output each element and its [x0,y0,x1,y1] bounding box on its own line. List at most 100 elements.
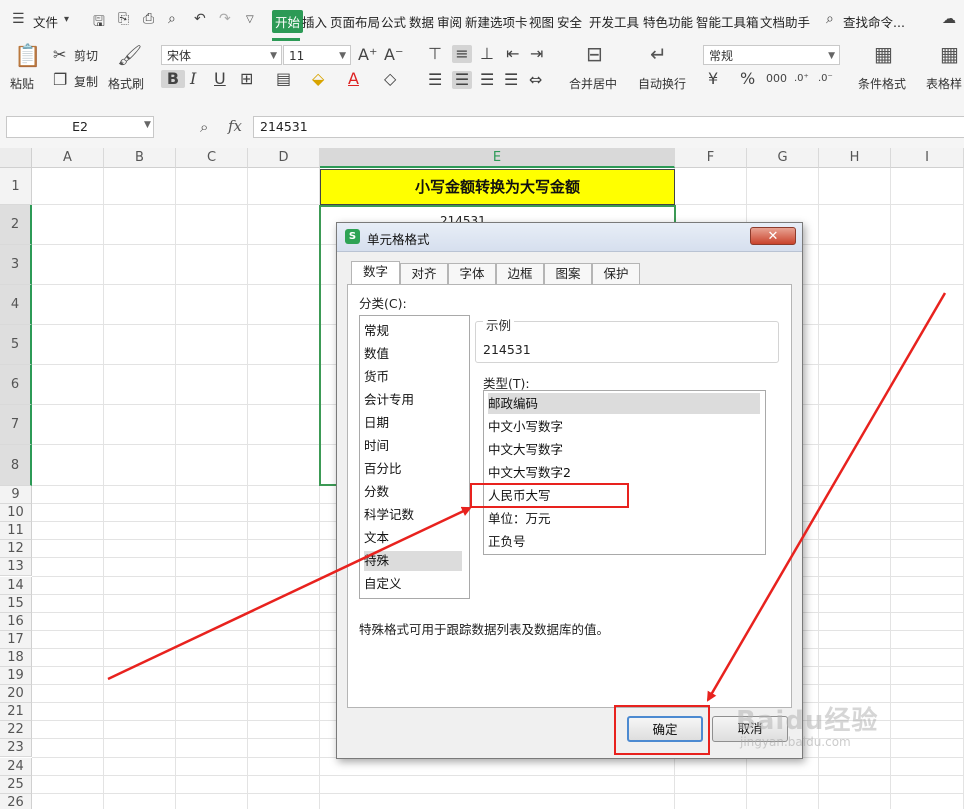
wrap-text-button[interactable]: 自动换行 [638,75,686,92]
fill-pattern-icon[interactable]: ▤ [276,70,291,88]
column-header-E[interactable]: E [320,148,675,168]
scissors-icon[interactable]: ✂ [53,46,66,64]
row-header-13[interactable]: 13 [0,558,32,577]
category-item[interactable]: 百分比 [364,459,462,479]
column-header-A[interactable]: A [32,148,104,168]
row-header-21[interactable]: 21 [0,703,32,722]
column-header-D[interactable]: D [248,148,320,168]
copy-icon[interactable]: ❐ [53,71,67,89]
category-list[interactable]: 常规 数值 货币 会计专用 日期 时间 百分比 分数 科学记数 文本 特殊 自定义 [359,315,470,599]
function-button[interactable]: fx [228,117,242,135]
column-header-F[interactable]: F [675,148,747,168]
category-item[interactable]: 常规 [364,321,462,341]
row-header-8[interactable]: 8 [0,445,32,486]
format-painter-icon[interactable]: 🖌 [117,43,142,67]
thousands-icon[interactable]: 000 [766,70,787,88]
merge-cells-icon[interactable]: ⊟ [586,42,603,66]
undo-icon[interactable]: ↶ [194,11,206,27]
hamburger-icon[interactable]: ☰ [12,11,25,27]
row-header-19[interactable]: 19 [0,667,32,686]
category-item[interactable]: 分数 [364,482,462,502]
column-header-G[interactable]: G [747,148,819,168]
row-header-11[interactable]: 11 [0,522,32,541]
tab-number[interactable]: 数字 [351,261,400,285]
distribute-icon[interactable]: ⇔ [529,71,542,89]
row-header-18[interactable]: 18 [0,648,32,667]
column-header-C[interactable]: C [176,148,248,168]
tab-developer[interactable]: 开发工具 [589,12,639,31]
indent-increase-icon[interactable]: ⇥ [530,45,543,63]
justify-icon[interactable]: ☰ [504,71,518,89]
row-header-22[interactable]: 22 [0,721,32,740]
category-item[interactable]: 时间 [364,436,462,456]
category-item[interactable]: 日期 [364,413,462,433]
row-header-23[interactable]: 23 [0,739,32,758]
tab-alignment[interactable]: 对齐 [400,263,448,285]
type-item[interactable]: 中文小写数字 [488,416,760,437]
chevron-down-icon[interactable]: ▼ [144,120,151,130]
wrap-text-icon[interactable]: ↵ [650,42,667,66]
type-item[interactable]: 中文大写数字2 [488,462,760,483]
row-header-6[interactable]: 6 [0,365,32,405]
row-header-12[interactable]: 12 [0,540,32,559]
chevron-down-icon[interactable]: ▾ [64,14,69,25]
close-button[interactable]: ✕ [750,227,796,245]
print-preview-icon[interactable]: ⌕ [168,11,176,27]
row-header-9[interactable]: 9 [0,486,32,505]
export-icon[interactable]: ⎘ [118,11,129,27]
tab-smart-tools[interactable]: 智能工具箱 [696,12,759,31]
fill-color-icon[interactable]: ⬙ [312,70,324,88]
increase-font-icon[interactable]: A⁺ [358,46,377,64]
number-format-select[interactable]: 常规 ▼ [703,45,840,65]
decrease-font-icon[interactable]: A⁻ [384,46,403,64]
tab-border[interactable]: 边框 [496,263,544,285]
table-style-button[interactable]: 表格样 [926,75,962,92]
conditional-format-icon[interactable]: ▦ [874,42,893,66]
category-item[interactable]: 特殊 [364,551,462,571]
underline-button[interactable]: U [214,70,226,88]
type-item[interactable]: 正负号 [488,531,760,552]
tab-insert[interactable]: 插入 [302,12,327,31]
format-painter-button[interactable]: 格式刷 [108,75,144,92]
font-color-icon[interactable]: A [348,70,359,88]
tab-review[interactable]: 审阅 [437,12,462,31]
tab-features[interactable]: 特色功能 [643,12,693,31]
category-item[interactable]: 文本 [364,528,462,548]
align-right-icon[interactable]: ☰ [480,71,494,89]
print-icon[interactable]: ⎙ [143,11,154,27]
align-bottom-icon[interactable]: ⊥ [480,45,494,63]
decrease-decimal-icon[interactable]: .0⁻ [818,70,833,88]
column-header-B[interactable]: B [104,148,176,168]
tab-doc-assistant[interactable]: 文档助手 [760,12,810,31]
merge-center-button[interactable]: 合并居中 [569,75,617,92]
row-header-10[interactable]: 10 [0,504,32,523]
currency-icon[interactable]: ¥ [708,70,718,88]
column-header-I[interactable]: I [891,148,964,168]
tab-page-layout[interactable]: 页面布局 [330,12,380,31]
category-item[interactable]: 自定义 [364,574,462,594]
name-box[interactable]: E2 [6,116,154,138]
align-left-icon[interactable]: ☰ [428,71,442,89]
type-list[interactable]: 邮政编码 中文小写数字 中文大写数字 中文大写数字2 人民币大写 单位：万元 正负号 [483,390,766,555]
italic-button[interactable]: I [190,70,196,88]
align-middle-icon[interactable]: ≡ [452,45,472,63]
select-all-corner[interactable] [0,148,32,168]
paste-button[interactable]: 粘贴 [10,75,34,92]
column-header-H[interactable]: H [819,148,891,168]
tab-new[interactable]: 新建选项卡 [465,12,528,31]
row-header-17[interactable]: 17 [0,630,32,649]
tab-security[interactable]: 安全 [557,12,582,31]
search-icon[interactable]: ⌕ [826,11,834,27]
tab-start[interactable]: 开始 [272,10,304,33]
zoom-icon[interactable]: ⌕ [200,118,208,136]
formula-input[interactable]: 214531 [253,116,964,138]
tab-data[interactable]: 数据 [409,12,434,31]
type-item[interactable]: 中文大写数字 [488,439,760,460]
row-header-7[interactable]: 7 [0,405,32,445]
increase-decimal-icon[interactable]: .0⁺ [794,70,809,88]
tab-protection[interactable]: 保护 [592,263,640,285]
tab-pattern[interactable]: 图案 [544,263,592,285]
title-cell[interactable]: 小写金额转换为大写金额 [320,169,675,205]
row-header-15[interactable]: 15 [0,594,32,613]
clear-format-icon[interactable]: ◇ [384,70,396,88]
